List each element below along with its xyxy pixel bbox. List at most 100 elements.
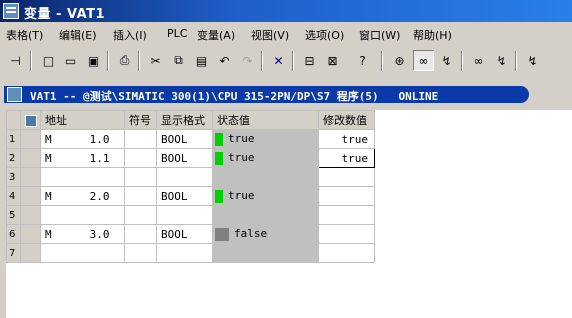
menu-help[interactable]: 帮助(H)	[413, 27, 452, 43]
modify-cell[interactable]	[318, 186, 375, 206]
address-offset: 3.0	[89, 227, 110, 241]
table-row[interactable]: 1 M 1.0 BOOL true true	[6, 129, 375, 149]
table-row[interactable]: 5	[6, 205, 375, 225]
new-icon[interactable]: □	[38, 50, 59, 71]
table-corner-icon	[25, 114, 37, 127]
monitor-glasses-icon[interactable]: ∞	[413, 50, 434, 71]
table-row[interactable]: 3	[6, 167, 375, 187]
modify-cell[interactable]	[318, 167, 375, 187]
address-cell[interactable]: M 1.1	[40, 148, 125, 168]
address-cell[interactable]: M 2.0	[40, 186, 125, 206]
accessible-node-icon[interactable]: ⊠	[322, 50, 343, 71]
menu-edit[interactable]: 编辑(E)	[59, 27, 97, 43]
format-cell[interactable]	[156, 205, 213, 225]
table-row[interactable]: 2 M 1.1 BOOL true true	[6, 148, 375, 168]
menu-plc[interactable]: PLC	[167, 27, 187, 40]
format-cell[interactable]: BOOL	[156, 186, 213, 206]
symbol-cell[interactable]	[124, 167, 157, 187]
status-value: true	[228, 151, 255, 165]
table-row[interactable]: 4 M 2.0 BOOL true	[6, 186, 375, 206]
row-number: 6	[6, 224, 21, 244]
header-symbol[interactable]: 符号	[124, 110, 157, 130]
help-icon[interactable]: ?	[352, 50, 373, 71]
row-number: 5	[6, 205, 21, 225]
redo-icon[interactable]: ↷	[237, 50, 258, 71]
monitor-trigger-icon[interactable]: ∞	[468, 50, 489, 71]
format-cell[interactable]: BOOL	[156, 129, 213, 149]
variable-table: 地址 符号 显示格式 状态值 修改数值 1 M 1.0 BOOL true tru…	[6, 110, 572, 318]
address-cell[interactable]: M 3.0	[40, 224, 125, 244]
modify-cell[interactable]	[318, 224, 375, 244]
row-marker	[20, 186, 41, 206]
symbol-cell[interactable]	[124, 129, 157, 149]
address-offset: 2.0	[89, 189, 110, 203]
status-value: true	[228, 132, 255, 146]
address-cell[interactable]	[40, 205, 125, 225]
vat-window: VAT1 -- @测试\SIMATIC 300(1)\CPU 315-2PN/D…	[0, 84, 572, 318]
row-number: 3	[6, 167, 21, 187]
modify-cell[interactable]	[318, 243, 375, 263]
menu-view[interactable]: 视图(V)	[251, 27, 289, 43]
address-cell[interactable]	[40, 243, 125, 263]
save-icon[interactable]: ▣	[83, 50, 104, 71]
app-icon[interactable]	[3, 3, 19, 19]
row-marker	[20, 205, 41, 225]
header-modify[interactable]: 修改数值	[318, 110, 375, 130]
status-value: false	[234, 227, 268, 241]
symbol-cell[interactable]	[124, 243, 157, 263]
toolbar: ⊣ □ ▭ ▣ ⎙ ✂ ⧉ ▤ ↶ ↷ ✕ ⊟ ⊠ ? ⊛ ∞ ↯ ∞ ↯ ↯	[0, 46, 572, 76]
address-area: M	[45, 151, 52, 165]
print-icon[interactable]: ⎙	[114, 50, 135, 71]
modify-cell[interactable]: true	[318, 129, 375, 149]
status-cell	[212, 205, 319, 225]
modify-trigger-icon[interactable]: ↯	[491, 50, 512, 71]
header-status[interactable]: 状态值	[212, 110, 319, 130]
header-format[interactable]: 显示格式	[156, 110, 213, 130]
force-icon[interactable]: ↯	[522, 50, 543, 71]
row-marker	[20, 224, 41, 244]
monitor-icon[interactable]: ⊛	[389, 50, 410, 71]
row-number: 2	[6, 148, 21, 168]
menu-options[interactable]: 选项(O)	[305, 27, 344, 43]
vat-title-bar: VAT1 -- @测试\SIMATIC 300(1)\CPU 315-2PN/D…	[4, 86, 529, 103]
symbol-cell[interactable]	[124, 186, 157, 206]
symbol-cell[interactable]	[124, 148, 157, 168]
copy-icon[interactable]: ⧉	[168, 50, 189, 71]
title-bar: 变量 - VAT1	[0, 0, 572, 22]
format-cell[interactable]	[156, 243, 213, 263]
undo-icon[interactable]: ↶	[214, 50, 235, 71]
status-led	[215, 151, 223, 165]
modify-cell[interactable]	[318, 205, 375, 225]
symbol-cell[interactable]	[124, 224, 157, 244]
address-cell[interactable]	[40, 167, 125, 187]
row-marker	[20, 129, 41, 149]
table-row[interactable]: 6 M 3.0 BOOL false	[6, 224, 375, 244]
paste-icon[interactable]: ▤	[191, 50, 212, 71]
delete-icon[interactable]: ✕	[268, 50, 289, 71]
status-cell: false	[212, 224, 319, 244]
symbol-cell[interactable]	[124, 205, 157, 225]
pin-icon[interactable]: ⊣	[5, 50, 26, 71]
format-cell[interactable]	[156, 167, 213, 187]
header-address[interactable]: 地址	[40, 110, 125, 130]
status-led	[215, 227, 229, 241]
menu-window[interactable]: 窗口(W)	[359, 27, 400, 43]
menu-variable[interactable]: 变量(A)	[197, 27, 235, 43]
network-icon[interactable]: ⊟	[299, 50, 320, 71]
menu-table[interactable]: 表格(T)	[6, 27, 43, 43]
vat-icon[interactable]	[7, 87, 22, 102]
format-cell[interactable]: BOOL	[156, 224, 213, 244]
modify-icon[interactable]: ↯	[436, 50, 457, 71]
format-cell[interactable]: BOOL	[156, 148, 213, 168]
open-icon[interactable]: ▭	[60, 50, 81, 71]
status-cell: true	[212, 129, 319, 149]
row-marker	[20, 148, 41, 168]
address-cell[interactable]: M 1.0	[40, 129, 125, 149]
row-number: 7	[6, 243, 21, 263]
table-row[interactable]: 7	[6, 243, 375, 263]
modify-cell-selected[interactable]: true	[318, 148, 375, 168]
menu-insert[interactable]: 插入(I)	[113, 27, 147, 43]
cut-icon[interactable]: ✂	[145, 50, 166, 71]
address-area: M	[45, 132, 52, 146]
header-corner[interactable]	[20, 110, 41, 130]
